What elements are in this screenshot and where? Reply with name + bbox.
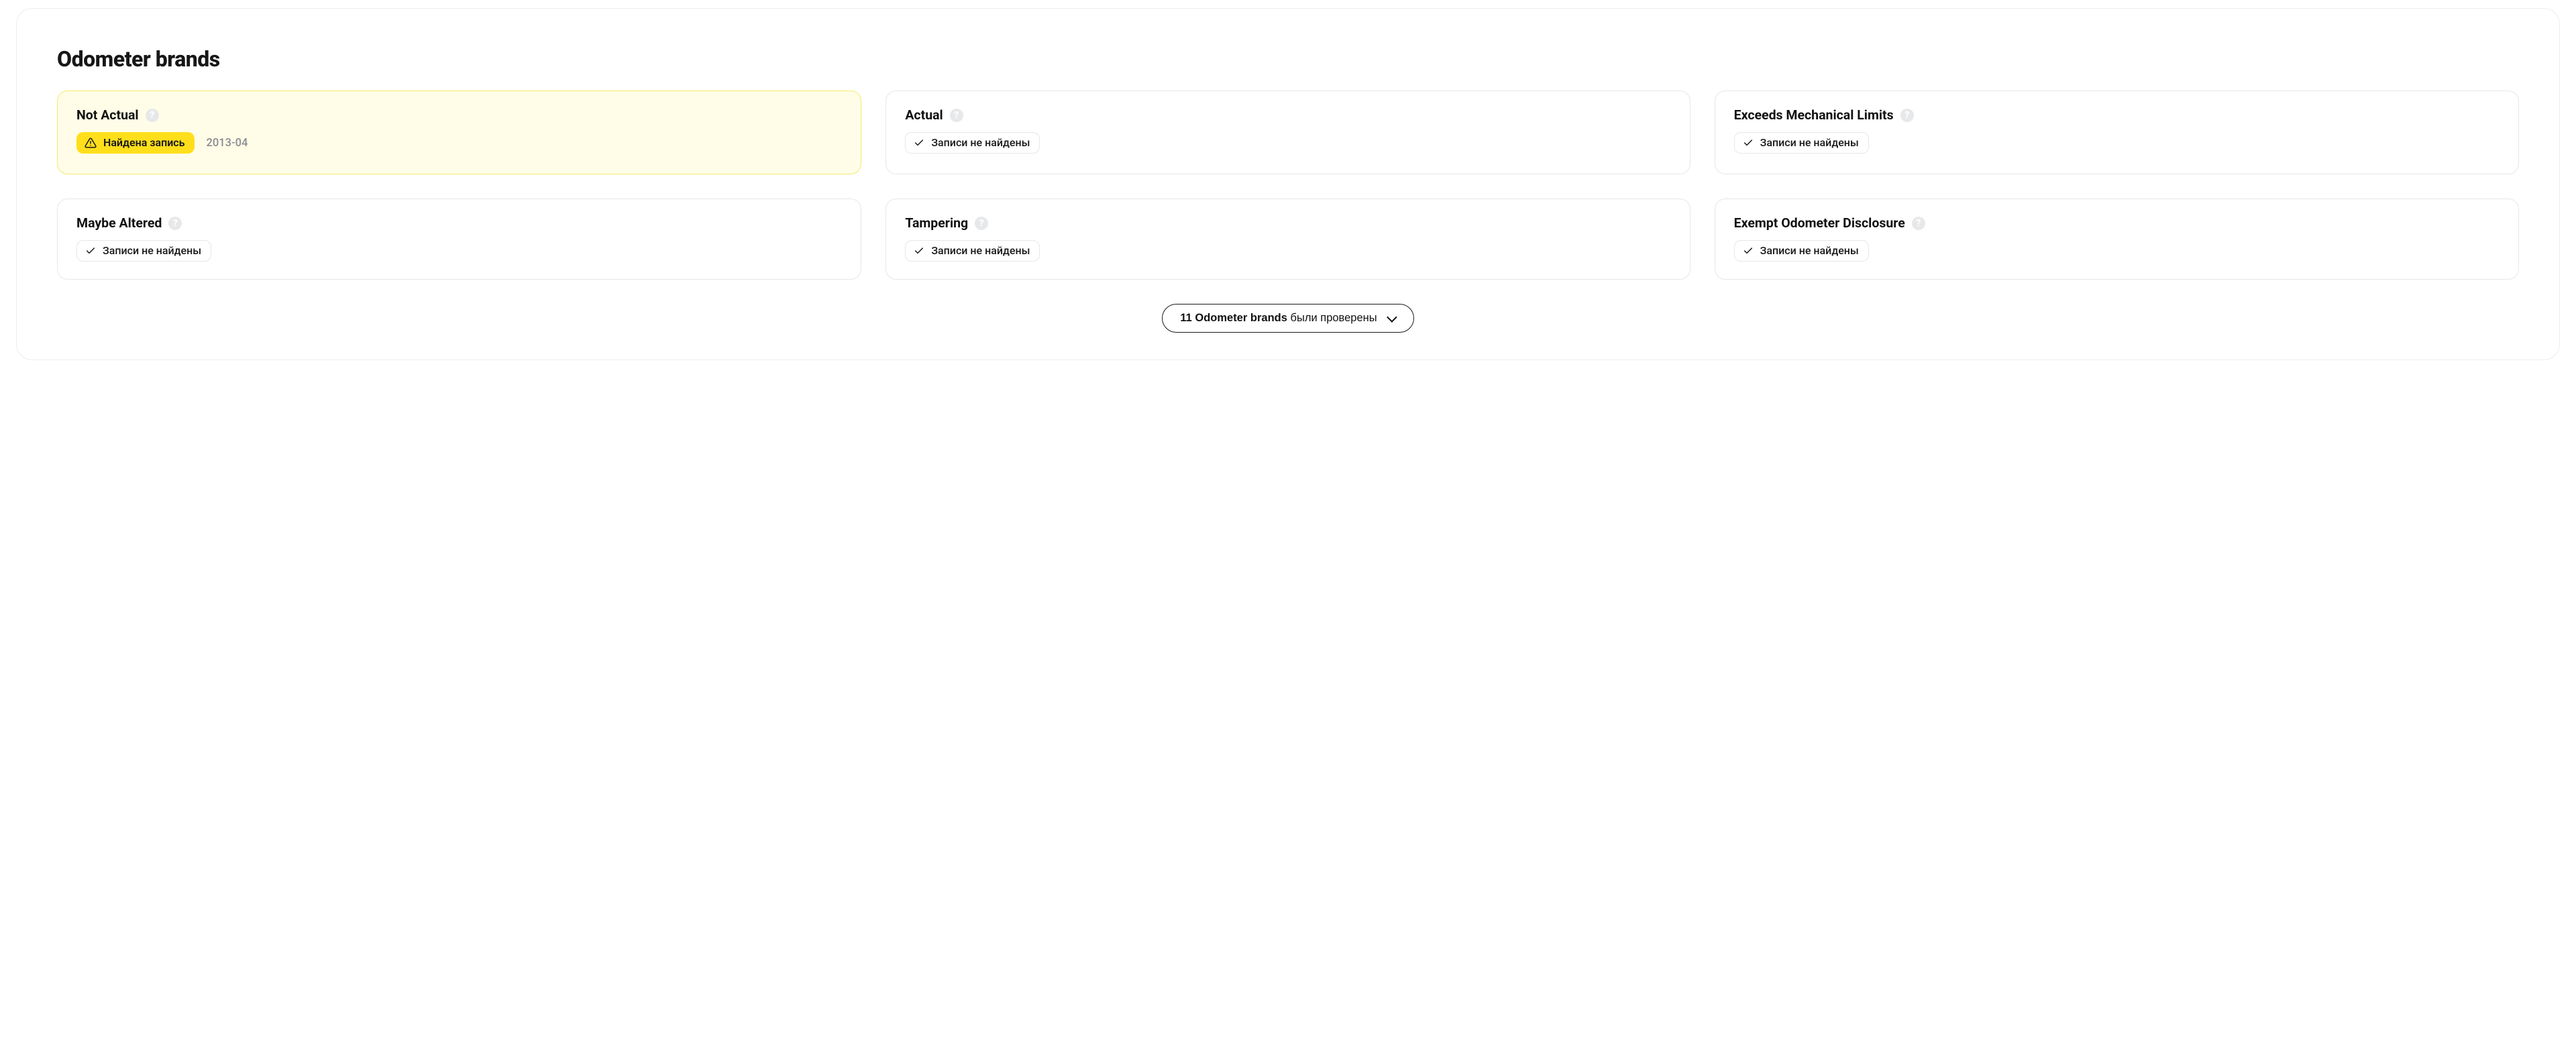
card-exempt-odometer-disclosure: Exempt Odometer Disclosure ? Записи не н… (1715, 199, 2519, 280)
card-title: Maybe Altered (76, 215, 162, 231)
status-badge-text: Записи не найдены (103, 245, 201, 256)
status-badge-text: Записи не найдены (1760, 245, 1859, 256)
card-exceeds-mechanical-limits: Exceeds Mechanical Limits ? Записи не на… (1715, 91, 2519, 174)
card-title: Exempt Odometer Disclosure (1734, 215, 1905, 231)
card-head: Maybe Altered ? (76, 215, 842, 231)
check-icon (85, 245, 96, 256)
card-tampering: Tampering ? Записи не найдены (885, 199, 1690, 280)
odometer-brands-panel: Odometer brands Not Actual ? Найдена зап… (16, 8, 2560, 360)
card-status-row: Записи не найдены (1734, 240, 2500, 262)
card-head: Actual ? (905, 107, 1670, 123)
expand-brands-button[interactable]: 11 Odometer brands были проверены (1162, 304, 1413, 333)
card-status-row: Найдена запись 2013-04 (76, 132, 842, 154)
help-icon[interactable]: ? (950, 109, 963, 122)
help-icon[interactable]: ? (1912, 217, 1925, 230)
check-icon (1743, 137, 1754, 148)
check-icon (914, 245, 924, 256)
card-maybe-altered: Maybe Altered ? Записи не найдены (57, 199, 861, 280)
status-badge-clean: Записи не найдены (905, 240, 1040, 262)
status-badge-text: Найдена запись (103, 137, 185, 148)
status-badge-text: Записи не найдены (1760, 137, 1859, 148)
status-badge-clean: Записи не найдены (76, 240, 211, 262)
footer-rest: были проверены (1291, 312, 1377, 324)
card-head: Exceeds Mechanical Limits ? (1734, 107, 2500, 123)
status-badge-text: Записи не найдены (931, 245, 1030, 256)
card-actual: Actual ? Записи не найдены (885, 91, 1690, 174)
card-head: Tampering ? (905, 215, 1670, 231)
status-badge-clean: Записи не найдены (1734, 132, 1869, 154)
card-not-actual: Not Actual ? Найдена запись 2013-04 (57, 91, 861, 174)
alert-triangle-icon (85, 137, 97, 149)
check-icon (1743, 245, 1754, 256)
status-badge-clean: Записи не найдены (1734, 240, 1869, 262)
status-date: 2013-04 (207, 137, 248, 150)
status-badge-found: Найдена запись (76, 132, 195, 154)
footer-count: 11 Odometer brands (1180, 312, 1287, 324)
card-title: Exceeds Mechanical Limits (1734, 107, 1894, 123)
card-status-row: Записи не найдены (1734, 132, 2500, 154)
card-status-row: Записи не найдены (76, 240, 842, 262)
card-title: Not Actual (76, 107, 139, 123)
status-badge-clean: Записи не найдены (905, 132, 1040, 154)
card-title: Actual (905, 107, 943, 123)
help-icon[interactable]: ? (168, 217, 182, 230)
section-title: Odometer brands (57, 46, 2519, 72)
card-head: Exempt Odometer Disclosure ? (1734, 215, 2500, 231)
help-icon[interactable]: ? (146, 109, 159, 122)
card-status-row: Записи не найдены (905, 240, 1670, 262)
card-head: Not Actual ? (76, 107, 842, 123)
help-icon[interactable]: ? (975, 217, 988, 230)
status-badge-text: Записи не найдены (931, 137, 1030, 148)
help-icon[interactable]: ? (1900, 109, 1914, 122)
check-icon (914, 137, 924, 148)
card-status-row: Записи не найдены (905, 132, 1670, 154)
cards-grid: Not Actual ? Найдена запись 2013-04 Actu… (57, 91, 2519, 280)
card-title: Tampering (905, 215, 968, 231)
footer-row: 11 Odometer brands были проверены (57, 304, 2519, 333)
chevron-down-icon (1387, 314, 1396, 323)
